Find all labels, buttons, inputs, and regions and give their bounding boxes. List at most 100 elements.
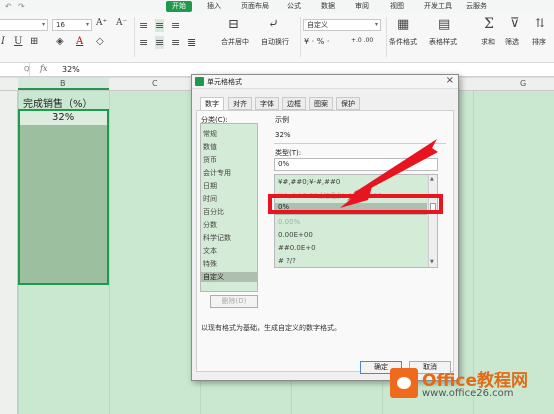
align-top-icon[interactable]: ≡ [139,19,148,32]
category-item[interactable]: 时间 [203,194,217,204]
category-item-custom[interactable]: 自定义 [201,272,257,282]
scroll-down-icon[interactable]: ▼ [430,259,434,265]
conditional-format-icon[interactable]: ▦ [397,17,409,32]
type-item[interactable]: # ?/? [278,257,296,265]
align-center-icon[interactable]: ≡ [155,36,165,49]
tab-alignment[interactable]: 对齐 [228,97,252,110]
fill-color-icon[interactable]: ◈ [56,36,64,47]
currency-percent-buttons[interactable]: ¥ · % · [304,37,329,46]
tab-home[interactable]: 开始 [166,1,192,12]
formula-input[interactable]: 32% [62,65,80,74]
sort-icon[interactable]: ⇅ [535,16,545,30]
italic-icon[interactable]: I [1,36,5,47]
scroll-up-icon[interactable]: ▲ [430,176,434,182]
fx-icon[interactable]: fx [40,64,47,73]
chevron-down-icon: ▾ [41,21,45,28]
conditional-format-button[interactable]: 条件格式 [389,37,417,47]
align-right-icon[interactable]: ≡ [171,36,180,49]
selected-range[interactable] [18,109,109,285]
tab-page-layout[interactable]: 页面布局 [241,1,269,11]
sum-button[interactable]: 求和 [481,37,495,47]
category-item[interactable]: 科学记数 [203,233,231,243]
sort-button[interactable]: 排序 [532,37,546,47]
category-item[interactable]: 特殊 [203,259,217,269]
align-bottom-icon[interactable]: ≡ [171,19,180,32]
type-list[interactable]: ¥#,##0;¥-#,##0 ¥#,##0.00;[红色]¥-#,##0.00 … [274,174,438,268]
divider [274,143,446,144]
category-item[interactable]: 会计专用 [203,168,231,178]
align-left-icon[interactable]: ≡ [139,36,148,49]
clear-format-icon[interactable]: ◇ [96,36,104,47]
tab-formulas[interactable]: 公式 [287,1,301,11]
tab-review[interactable]: 审阅 [355,1,369,11]
description-text: 以现有格式为基础，生成自定义的数字格式。 [201,324,341,332]
dialog-title: 单元格格式 [207,78,242,86]
dialog-titlebar[interactable]: 单元格格式 × [192,75,458,89]
type-item[interactable]: ##0.0E+0 [278,244,316,252]
type-input[interactable]: 0% [274,158,438,171]
ribbon: ▾ 16 ▾ A⁺ A⁻ I U ⊞ ◈ A ◇ ≡ ≡ ≡ ≡ ≡ ≡ ≣ ⊟… [0,13,554,63]
category-item[interactable]: 日期 [203,181,217,191]
tab-developer[interactable]: 开发工具 [424,1,452,11]
watermark: Office教程网 www.office26.com [388,368,552,412]
tab-font[interactable]: 字体 [255,97,279,110]
chevron-down-icon: ▾ [85,21,89,28]
category-item[interactable]: 分数 [203,220,217,230]
underline-icon[interactable]: U [14,36,22,47]
sum-icon[interactable]: Σ [484,16,494,32]
cell-value: 32% [52,112,75,123]
filter-icon[interactable]: ⊽ [510,16,520,31]
category-item[interactable]: 货币 [203,155,217,165]
table-style-button[interactable]: 表格样式 [429,37,457,47]
category-item[interactable]: 百分比 [203,207,224,217]
delete-button[interactable]: 删除(D) [210,295,258,308]
category-item[interactable]: 文本 [203,246,217,256]
font-grow-icon[interactable]: A⁺ [96,18,107,28]
chevron-down-icon: ▾ [374,21,378,28]
tab-border[interactable]: 边框 [282,97,306,110]
zoom-icon[interactable]: Q [24,65,30,73]
tab-insert[interactable]: 插入 [207,1,221,11]
number-format-select[interactable]: 自定义 ▾ [303,19,381,31]
undo-icon[interactable]: ↶ [5,2,12,11]
close-icon[interactable]: × [446,75,454,86]
distributed-icon[interactable]: ≣ [187,36,196,49]
wrap-text-icon[interactable]: ⤶ [268,17,279,32]
type-label: 类型(T): [275,149,302,157]
font-color-icon[interactable]: A [76,36,83,47]
category-item[interactable]: 数值 [203,142,217,152]
wrap-text-button[interactable]: 自动换行 [261,37,289,47]
tab-protection[interactable]: 保护 [336,97,360,110]
column-header-b[interactable]: B [60,79,66,88]
tab-data[interactable]: 数据 [321,1,335,11]
redo-icon[interactable]: ↷ [18,2,25,11]
type-item[interactable]: 0.00% [278,218,300,226]
column-header-c[interactable]: C [152,79,158,88]
type-list-scrollbar[interactable]: ▲ ▼ [428,175,437,267]
filter-button[interactable]: 筛选 [505,37,519,47]
tab-pattern[interactable]: 图案 [309,97,333,110]
cell-title[interactable]: 完成销售（%） [23,95,93,110]
type-item[interactable]: 0.00E+00 [278,231,313,239]
align-middle-icon[interactable]: ≡ [155,19,165,32]
category-item[interactable]: 常规 [203,129,217,139]
sample-value: 32% [275,131,291,139]
row-headers [0,91,18,414]
tab-cloud[interactable]: 云服务 [466,1,487,11]
callout-highlight-box [268,194,443,214]
font-name-select[interactable]: ▾ [0,19,48,31]
column-header-g[interactable]: G [520,79,526,88]
tab-view[interactable]: 视图 [390,1,404,11]
category-list[interactable]: 常规 数值 货币 会计专用 日期 时间 百分比 分数 科学记数 文本 特殊 自定… [200,123,258,292]
table-style-icon[interactable]: ▤ [438,17,450,32]
decimal-buttons[interactable]: +.0 .00 [351,37,373,44]
merge-cells-icon[interactable]: ⊟ [228,17,239,32]
office-logo-icon [390,368,418,398]
divider [300,17,301,57]
type-item[interactable]: ¥#,##0;¥-#,##0 [278,178,340,186]
font-size-select[interactable]: 16 ▾ [52,19,92,31]
border-icon[interactable]: ⊞ [30,36,38,47]
tab-number[interactable]: 数字 [200,97,224,111]
merge-center-button[interactable]: 合并居中 [221,37,249,47]
font-shrink-icon[interactable]: A⁻ [116,18,127,28]
